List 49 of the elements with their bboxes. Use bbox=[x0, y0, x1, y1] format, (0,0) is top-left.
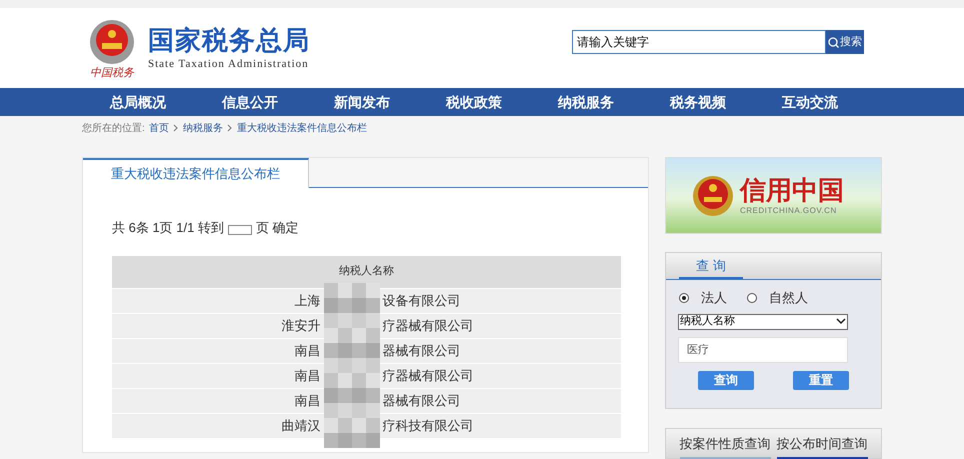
name-start: 南昌 bbox=[294, 366, 320, 385]
search-field[interactable]: 请输入关键字 bbox=[572, 30, 826, 54]
search-icon bbox=[828, 36, 839, 48]
name-end: 器械有限公司 bbox=[382, 342, 462, 360]
tab[interactable]: 按案件性质查询 bbox=[680, 428, 770, 459]
nav-link[interactable]: 信息公开 bbox=[222, 88, 278, 116]
search-button[interactable]: 搜索 bbox=[826, 30, 864, 54]
tab[interactable]: 按公布时间查询 bbox=[776, 428, 868, 459]
banner-url: CREDITCHINA.GOV.CN bbox=[740, 204, 838, 216]
nav-link[interactable]: 新闻发布 bbox=[334, 88, 390, 116]
radio-option[interactable]: 自然人 bbox=[747, 288, 808, 308]
pager-text: 共 6条 1页 1/1 转到 bbox=[112, 219, 224, 237]
pager-text: 页 确定 bbox=[256, 219, 299, 237]
name-start: 南昌 bbox=[294, 342, 320, 360]
seal-text: 中国税务 bbox=[90, 66, 134, 78]
field-select[interactable]: 纳税人名称 bbox=[678, 314, 848, 330]
name-end: 设备有限公司 bbox=[382, 292, 462, 310]
credit-banner[interactable]: 信用中国 CREDITCHINA.GOV.CN bbox=[665, 157, 882, 234]
name-start: 上海 bbox=[294, 292, 320, 310]
breadcrumb-link[interactable]: 纳税服务 bbox=[182, 120, 223, 136]
nav-link[interactable]: 总局概况 bbox=[110, 88, 166, 116]
chevron-down-icon bbox=[836, 318, 846, 325]
tab[interactable]: 重大税收违法案件信息公布栏 bbox=[83, 158, 309, 188]
name-end: 疗器械有限公司 bbox=[382, 366, 474, 385]
name-start: 淮安升 bbox=[280, 316, 320, 335]
banner-title: 信用中国 bbox=[740, 174, 844, 204]
name-end: 器械有限公司 bbox=[382, 392, 462, 410]
name-end: 疗器械有限公司 bbox=[382, 316, 474, 335]
column-header: 纳税人名称 bbox=[112, 256, 621, 288]
name-start: 曲靖汉 bbox=[280, 416, 320, 435]
keyword-field[interactable]: 医疗 bbox=[678, 336, 848, 362]
nav-link[interactable]: 纳税服务 bbox=[558, 88, 614, 116]
page-number-field[interactable] bbox=[228, 224, 252, 235]
name-end: 疗科技有限公司 bbox=[382, 416, 474, 435]
emblem-icon bbox=[89, 18, 135, 64]
chevron-right-icon bbox=[172, 124, 179, 132]
breadcrumb-label: 您所在的位置: bbox=[82, 122, 145, 136]
breadcrumb-link[interactable]: 首页 bbox=[148, 120, 169, 136]
breadcrumb-link[interactable]: 重大税收违法案件信息公布栏 bbox=[236, 120, 367, 136]
nav-link[interactable]: 税务视频 bbox=[670, 88, 726, 116]
radio-option[interactable]: 法人 bbox=[679, 288, 727, 308]
site-subtitle: State Taxation Administration bbox=[148, 56, 310, 72]
site-title: 国家税务总局 bbox=[148, 24, 310, 56]
query-button[interactable]: 重置 bbox=[793, 370, 849, 390]
query-button[interactable]: 查询 bbox=[698, 370, 754, 390]
nav-link[interactable]: 互动交流 bbox=[782, 88, 838, 116]
nav-link[interactable]: 税收政策 bbox=[446, 88, 502, 116]
chevron-right-icon bbox=[226, 124, 233, 132]
name-start: 南昌 bbox=[294, 392, 320, 410]
